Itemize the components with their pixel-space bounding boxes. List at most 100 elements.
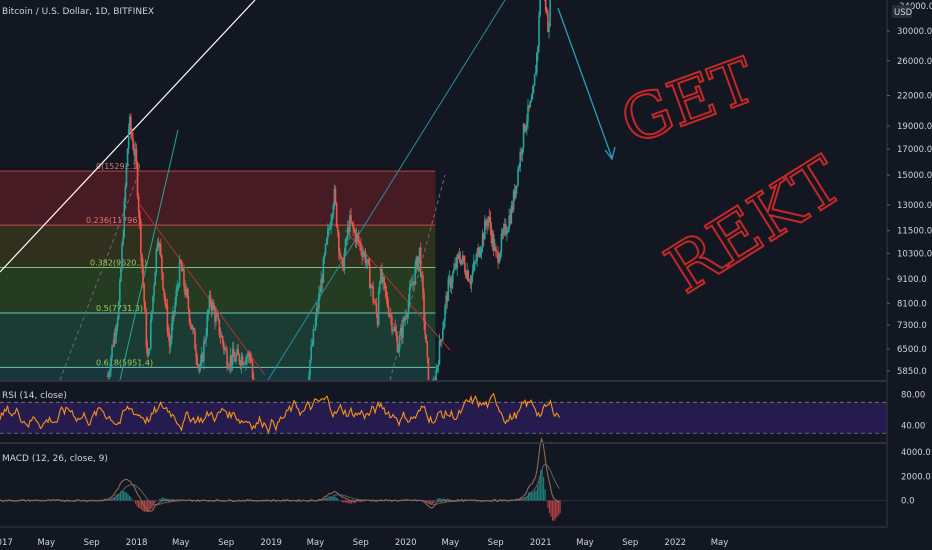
price-candle-body: [165, 303, 168, 306]
price-candle-body: [360, 243, 362, 251]
price-candle-body: [351, 222, 353, 224]
price-candle-body: [500, 233, 503, 252]
price-candle-body: [334, 188, 337, 203]
price-candle-body: [426, 342, 429, 358]
x-tick-label: May: [172, 538, 190, 548]
price-candle-body: [148, 348, 151, 350]
x-tick-label: May: [307, 538, 325, 548]
price-candle-body: [424, 321, 426, 335]
price-candle-body: [385, 291, 388, 296]
price-candle-body: [130, 116, 132, 132]
price-candle-body: [479, 252, 482, 257]
x-tick-label: 2020: [395, 538, 417, 548]
price-candle-body: [115, 327, 118, 336]
price-candle-body: [437, 364, 440, 366]
price-candle-body: [548, 26, 550, 33]
annotations: GETREKT: [611, 42, 857, 309]
price-tick-label: 15000.0: [897, 171, 932, 181]
price-candle-body: [250, 360, 253, 362]
price-candle-body: [167, 331, 170, 336]
price-candle-body: [480, 247, 483, 253]
price-candle-body: [135, 148, 138, 164]
annotation-get: GET: [612, 43, 765, 158]
price-candle-body: [485, 220, 487, 225]
rsi-tick-label: 80.00: [901, 391, 925, 401]
price-candle-body: [450, 282, 453, 289]
price-candle-body: [395, 331, 398, 337]
macd-histogram-bar: [127, 494, 129, 501]
price-candle-body: [248, 352, 251, 357]
price-candle-body: [464, 262, 466, 273]
price-candle-body: [350, 215, 352, 223]
x-tick-label: Sep: [218, 538, 234, 548]
macd-histogram-bar: [130, 497, 132, 501]
price-candle-body: [226, 350, 228, 368]
price-candle-body: [109, 370, 111, 375]
price-candle-body: [232, 349, 235, 357]
price-candle-body: [154, 272, 157, 286]
macd-histogram-bar: [435, 500, 437, 502]
price-candle-body: [324, 244, 327, 255]
price-candle-body: [111, 345, 113, 357]
price-candle-body: [344, 239, 347, 254]
macd-histogram-bar: [441, 498, 443, 501]
macd-histogram-bar: [544, 489, 546, 501]
price-candle-body: [422, 275, 424, 293]
macd-histogram-bar: [433, 500, 435, 503]
fib-zone: [0, 367, 436, 380]
price-candle-body: [534, 72, 537, 75]
macd-histogram-bar: [430, 500, 432, 506]
macd-line: [0, 436, 560, 512]
price-candle-body: [463, 255, 465, 263]
price-candle-body: [527, 105, 529, 122]
price-candle-body: [507, 228, 509, 233]
price-candle-body: [440, 339, 443, 341]
price-candle-body: [152, 295, 154, 311]
price-candle-body: [169, 338, 172, 347]
price-candle-body: [207, 310, 210, 315]
price-candle-body: [319, 292, 321, 294]
price-candle-body: [467, 270, 470, 282]
price-tick-label: 30000.0: [897, 27, 932, 37]
price-candle-body: [444, 305, 446, 321]
price-candle-body: [427, 357, 430, 380]
macd-histogram-bar: [552, 500, 554, 521]
price-candle-body: [499, 251, 502, 259]
macd-histogram-bar: [129, 496, 131, 501]
price-candle-body: [460, 259, 463, 264]
price-candle-body: [163, 288, 165, 296]
price-candle-body: [529, 101, 531, 108]
x-tick-label: May: [576, 538, 594, 548]
price-candle-body: [177, 286, 180, 288]
price-candle-body: [218, 319, 221, 336]
price-candle-body: [372, 286, 374, 301]
currency-badge[interactable]: USD: [892, 5, 913, 18]
x-tick-label: 2017: [0, 538, 13, 548]
price-candle-body: [246, 356, 248, 358]
price-tick-label: 19000.0: [897, 122, 932, 132]
price-candle-body: [176, 287, 179, 291]
price-candle-body: [249, 356, 252, 361]
price-candle-body: [178, 260, 181, 287]
price-tick-label: 11500.0: [897, 226, 932, 236]
price-candle-body: [502, 227, 505, 235]
price-candle-body: [408, 287, 411, 301]
price-candle-body: [131, 131, 133, 139]
macd-histogram-bar: [345, 500, 347, 503]
price-candle-body: [536, 53, 538, 73]
price-candle-body: [544, 0, 547, 11]
price-candle-body: [228, 366, 231, 369]
price-candle-body: [435, 370, 437, 380]
macd-histogram-bar: [342, 500, 344, 503]
price-candle-body: [144, 302, 147, 314]
price-candle-body: [352, 223, 355, 229]
price-candle-body: [332, 204, 335, 215]
macd-histogram-bar: [534, 490, 536, 501]
price-tick-label: 13000.0: [897, 201, 932, 211]
price-candle-body: [458, 254, 461, 259]
price-tick-label: 17000.0: [897, 145, 932, 155]
price-candle-body: [414, 265, 416, 284]
price-candle-body: [436, 365, 439, 371]
price-candle-body: [132, 138, 134, 150]
price-candle-body: [194, 331, 196, 350]
